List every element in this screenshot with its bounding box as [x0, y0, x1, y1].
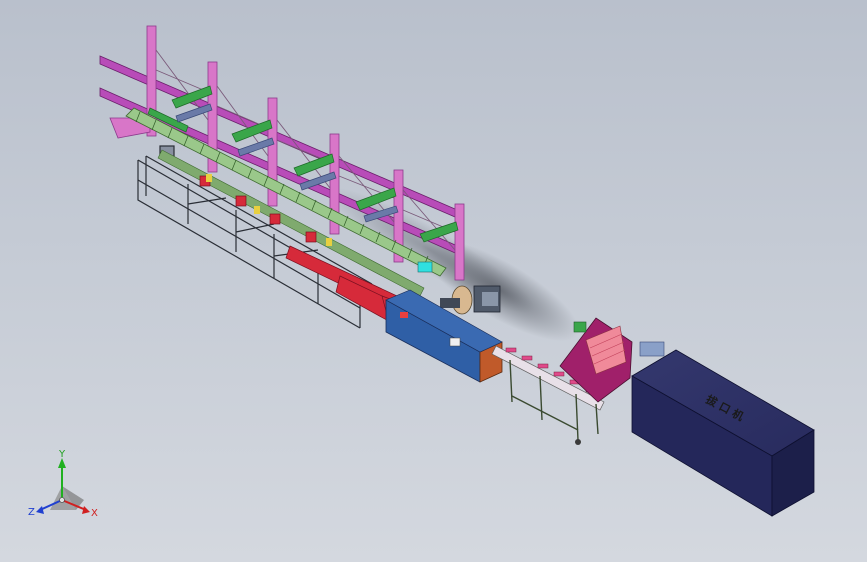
- y-axis-label: Y: [58, 449, 66, 460]
- x-axis-label: X: [91, 508, 98, 519]
- cad-viewport[interactable]: 拔 口 机 Y X Z: [0, 0, 867, 562]
- z-axis-label: Z: [28, 507, 35, 518]
- cad-model-drawing[interactable]: 拔 口 机 Y X Z: [0, 0, 867, 562]
- orientation-triad[interactable]: Y X Z: [28, 449, 98, 519]
- flaring-machine[interactable]: 拔 口 机: [631, 349, 815, 517]
